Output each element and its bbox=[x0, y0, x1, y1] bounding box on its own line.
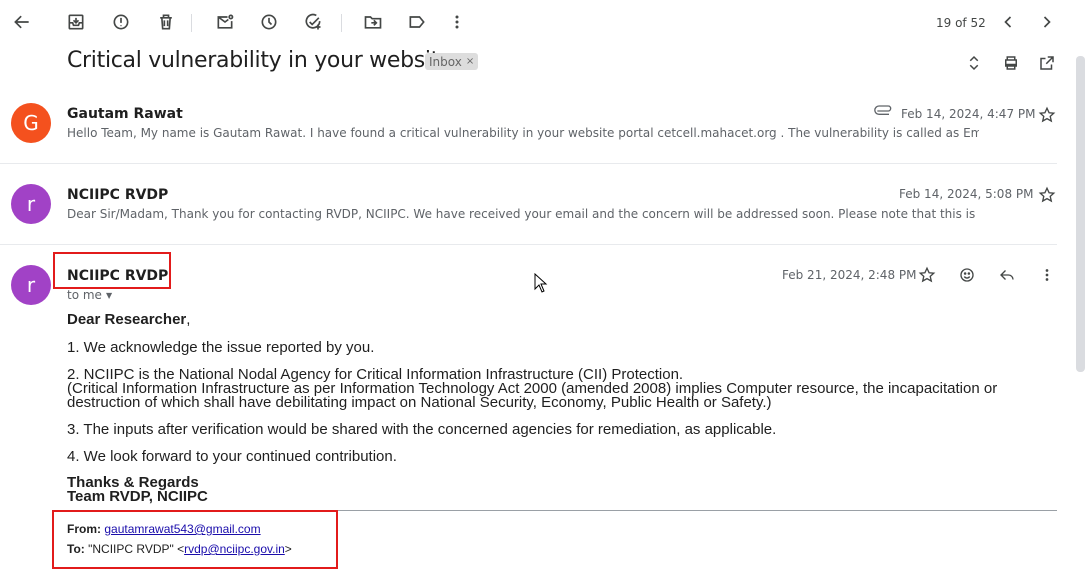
add-task-icon[interactable] bbox=[298, 7, 328, 37]
chevron-down-icon: ▼ bbox=[105, 290, 113, 300]
star-icon[interactable] bbox=[1036, 184, 1058, 206]
sender-name: NCIIPC RVDP bbox=[67, 187, 169, 203]
prev-icon[interactable] bbox=[993, 7, 1023, 37]
open-new-window-icon[interactable] bbox=[1035, 51, 1059, 75]
reply-icon[interactable] bbox=[996, 264, 1018, 286]
message-date: Feb 14, 2024, 4:47 PM bbox=[901, 107, 1036, 121]
avatar: r bbox=[11, 184, 51, 224]
report-spam-icon[interactable] bbox=[106, 7, 136, 37]
star-icon[interactable] bbox=[1036, 104, 1058, 126]
paragraph-3: 3. The inputs after verification would b… bbox=[67, 421, 777, 438]
avatar-letter: r bbox=[26, 192, 36, 216]
move-to-icon[interactable] bbox=[358, 7, 388, 37]
emoji-reaction-icon[interactable] bbox=[956, 264, 978, 286]
highlight-box bbox=[52, 510, 338, 569]
message-date: Feb 14, 2024, 5:08 PM bbox=[899, 187, 1034, 201]
paragraph-4: 4. We look forward to your continued con… bbox=[67, 448, 397, 465]
message-date: Feb 21, 2024, 2:48 PM bbox=[782, 268, 917, 282]
toolbar-separator bbox=[341, 14, 342, 32]
message-snippet: Hello Team, My name is Gautam Rawat. I h… bbox=[67, 126, 979, 140]
pagination-count: 19 of 52 bbox=[936, 16, 986, 30]
email-body: Dear Researcher, 1. We acknowledge the i… bbox=[67, 310, 1042, 510]
expand-all-icon[interactable] bbox=[962, 51, 986, 75]
more-vert-icon[interactable] bbox=[442, 7, 472, 37]
avatar-letter: r bbox=[26, 273, 36, 297]
recipient-text: to me bbox=[67, 288, 102, 302]
attachment-icon bbox=[874, 104, 894, 118]
print-icon[interactable] bbox=[999, 51, 1023, 75]
avatar: r bbox=[11, 265, 51, 305]
inbox-label-chip[interactable]: Inbox × bbox=[425, 53, 479, 70]
message-snippet: Dear Sir/Madam, Thank you for contacting… bbox=[67, 207, 979, 221]
label-text: Inbox bbox=[429, 54, 462, 69]
highlight-box bbox=[53, 252, 171, 289]
archive-icon[interactable] bbox=[61, 7, 91, 37]
greeting-punct: , bbox=[186, 311, 191, 328]
next-icon[interactable] bbox=[1032, 7, 1062, 37]
message-collapsed[interactable]: G Gautam Rawat Hello Team, My name is Ga… bbox=[0, 82, 1057, 162]
subject-row: Critical vulnerability in your website I… bbox=[0, 46, 1085, 80]
signature-line-2: Team RVDP, NCIIPC bbox=[67, 488, 208, 505]
message-collapsed[interactable]: r NCIIPC RVDP Dear Sir/Madam, Thank you … bbox=[0, 163, 1057, 244]
more-vert-icon[interactable] bbox=[1036, 264, 1058, 286]
mark-unread-icon[interactable] bbox=[210, 7, 240, 37]
greeting-text: Dear Researcher bbox=[67, 311, 187, 328]
toolbar-separator bbox=[191, 14, 192, 32]
scrollbar[interactable] bbox=[1076, 56, 1085, 372]
mouse-cursor-icon bbox=[534, 272, 548, 293]
remove-label-icon[interactable]: × bbox=[466, 56, 474, 67]
label-icon[interactable] bbox=[402, 7, 432, 37]
star-icon[interactable] bbox=[916, 264, 938, 286]
avatar: G bbox=[11, 103, 51, 143]
snooze-icon[interactable] bbox=[254, 7, 284, 37]
paragraph-2-line-3: destruction of which shall have debilita… bbox=[67, 394, 772, 411]
paragraph-1: 1. We acknowledge the issue reported by … bbox=[67, 339, 375, 356]
back-arrow-icon[interactable] bbox=[7, 7, 37, 37]
avatar-letter: G bbox=[23, 111, 39, 135]
greeting: Dear Researcher, bbox=[67, 312, 190, 327]
email-subject: Critical vulnerability in your website bbox=[67, 48, 453, 73]
recipient-dropdown[interactable]: to me ▼ bbox=[67, 288, 112, 302]
sender-name: Gautam Rawat bbox=[67, 106, 183, 122]
toolbar: 19 of 52 bbox=[0, 0, 1085, 46]
delete-icon[interactable] bbox=[151, 7, 181, 37]
